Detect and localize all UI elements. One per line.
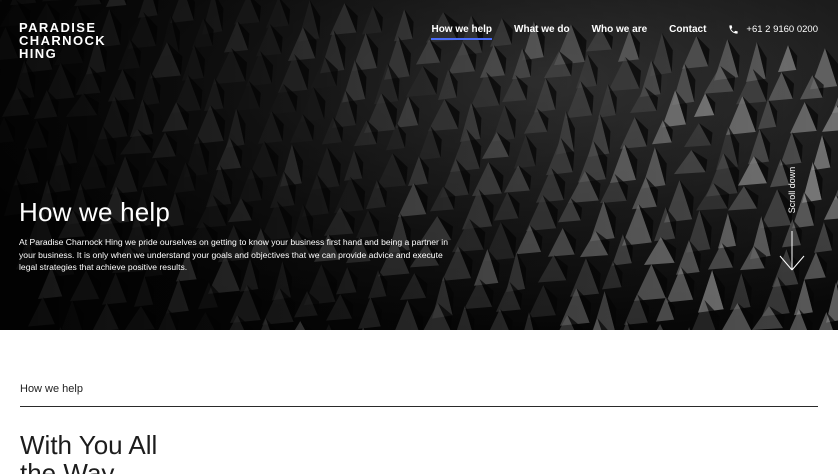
- phone-number: +61 2 9160 0200: [746, 23, 818, 35]
- logo-line-3: HING: [19, 46, 58, 61]
- headline-line-1: With You All: [20, 430, 158, 460]
- section-headline: With You All the Way: [20, 431, 260, 474]
- hero-description: At Paradise Charnock Hing we pride ourse…: [19, 237, 448, 273]
- hero-background-image: [0, 0, 838, 330]
- nav-item-who-we-are[interactable]: Who we are: [592, 24, 648, 35]
- scroll-down-button[interactable]: Scroll down: [779, 162, 805, 274]
- hero-banner: PARADISE CHARNOCK HING How we help What …: [0, 0, 838, 330]
- scroll-down-label: Scroll down: [787, 166, 797, 214]
- phone-link[interactable]: +61 2 9160 0200: [728, 24, 818, 35]
- headline-line-2: the Way: [20, 458, 115, 474]
- nav-item-how-we-help[interactable]: How we help: [431, 24, 492, 40]
- main-nav: How we help What we do Who we are Contac…: [409, 22, 818, 40]
- section-divider: [20, 406, 818, 407]
- brand-logo[interactable]: PARADISE CHARNOCK HING: [19, 21, 106, 60]
- nav-item-what-we-do[interactable]: What we do: [514, 24, 570, 35]
- page-title: How we help: [19, 197, 171, 227]
- section-label: How we help: [20, 383, 83, 395]
- arrow-down-icon: [779, 231, 805, 271]
- phone-icon: [729, 24, 739, 34]
- nav-item-contact[interactable]: Contact: [669, 24, 706, 35]
